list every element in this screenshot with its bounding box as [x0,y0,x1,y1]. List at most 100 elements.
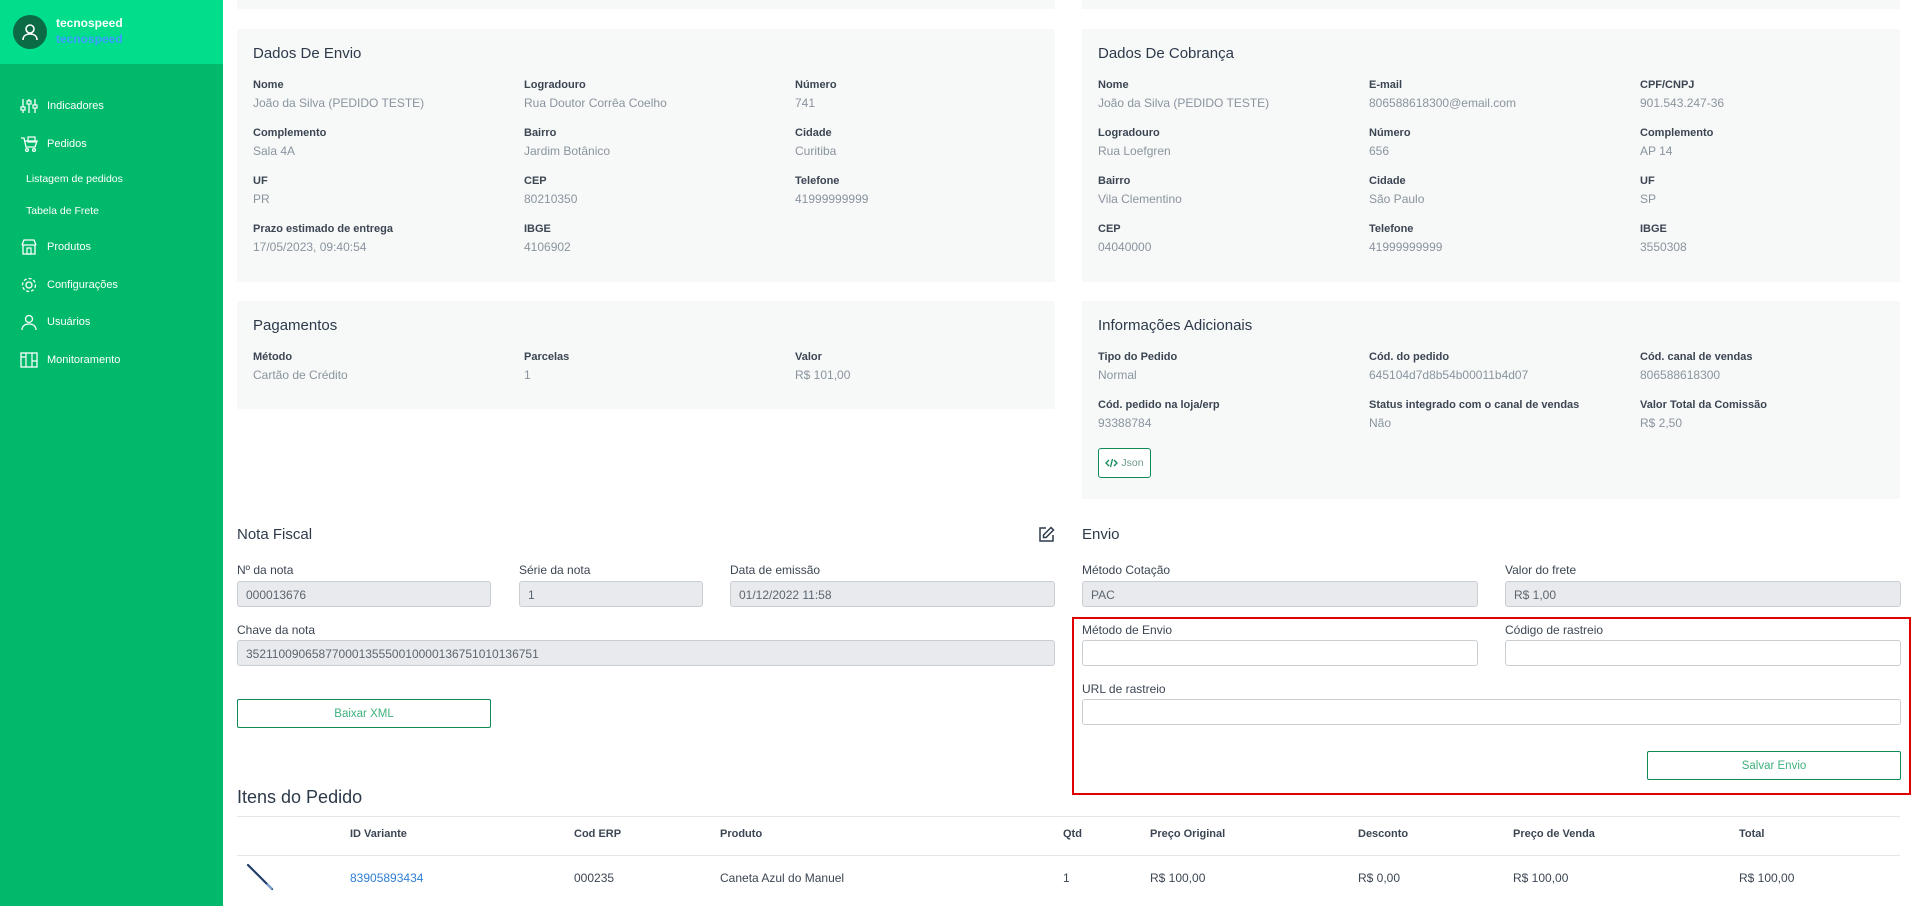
col-header-qtd: Qtd [1063,828,1082,840]
metodo-cotacao-label: Método Cotação [1082,563,1171,577]
codigo-rastreio-label: Código de rastreio [1505,623,1604,637]
metodo-envio-input[interactable] [1082,640,1478,666]
field-bairro: Bairro Vila Clementino [1098,175,1182,206]
sidebar-item-label: Configurações [47,279,118,291]
field-tipo-pedido: Tipo do Pedido Normal [1098,351,1178,382]
store-icon [21,239,37,255]
field-cod-pedido-loja: Cód. pedido na loja/erp 93388784 [1098,399,1220,430]
nota-chave-field[interactable]: 3521100906587700013555001000013675101013… [237,640,1055,666]
card-top-left [237,0,1055,9]
nota-serie-label: Série da nota [519,563,591,577]
field-complemento: Complemento Sala 4A [253,127,327,158]
user-icon [21,314,37,331]
field-status-integrado: Status integrado com o canal de vendas Nã… [1369,399,1580,430]
url-rastreio-label: URL de rastreio [1082,682,1166,696]
col-header-desconto: Desconto [1358,828,1409,840]
col-header-preco-original: Preço Original [1150,828,1226,840]
nota-fiscal-title: Nota Fiscal [237,526,313,543]
sidebar-item-configuracoes[interactable]: Configurações [20,276,118,294]
gear-icon [21,277,37,293]
product-thumbnail [245,862,275,892]
sidebar-item-pedidos[interactable]: Pedidos [20,135,87,153]
card-pagamentos: Pagamentos Método Cartão de Crédito Parce… [237,301,1055,409]
orders-icon [21,136,38,153]
field-cod-canal-vendas: Cód. canal de vendas 806588618300 [1640,351,1753,382]
sidebar-item-usuarios[interactable]: Usuários [20,313,90,331]
field-bairro: Bairro Jardim Botânico [524,127,611,158]
col-header-produto: Produto [720,828,763,840]
card-title: Dados De Cobrança [1098,45,1234,62]
json-button[interactable]: Json [1098,448,1151,478]
col-header-cod-erp: Cod ERP [574,828,622,840]
col-header-id-variante: ID Variante [350,828,407,840]
sliders-icon [20,99,38,113]
envio-title: Envio [1082,526,1120,543]
cell-preco-venda: R$ 100,00 [1513,871,1569,885]
field-logradouro: Logradouro Rua Doutor Corrêa Coelho [524,79,667,110]
id-variante-link[interactable]: 83905893434 [350,871,423,885]
table-top-divider [237,816,1900,817]
field-cidade: Cidade Curitiba [795,127,837,158]
sidebar-item-tabela-frete[interactable]: Tabela de Frete [26,205,99,217]
sidebar-item-label: Usuários [47,316,91,328]
card-title: Dados De Envio [253,45,362,62]
field-telefone: Telefone 41999999999 [1369,223,1443,254]
card-dados-envio: Dados De Envio Nome João da Silva (PEDIDO… [237,29,1055,282]
sidebar-item-indicadores[interactable]: Indicadores [20,97,104,115]
table-header-divider [237,855,1900,856]
sidebar-item-produtos[interactable]: Produtos [20,238,91,256]
valor-frete-label: Valor do frete [1505,563,1577,577]
field-prazo-entrega: Prazo estimado de entrega 17/05/2023, 09:… [253,223,393,254]
cell-qtd: 1 [1063,871,1070,885]
field-cep: CEP 04040000 [1098,223,1152,254]
cell-preco-original: R$ 100,00 [1150,871,1206,885]
codigo-rastreio-input[interactable] [1505,640,1901,666]
salvar-envio-button[interactable]: Salvar Envio [1647,751,1901,780]
cell-cod-erp: 000235 [574,871,615,885]
card-dados-cobranca: Dados De Cobrança Nome João da Silva (PED… [1082,29,1900,282]
field-nome: Nome João da Silva (PEDIDO TESTE) [253,79,425,110]
sidebar-item-label: Indicadores [47,100,104,112]
field-parcelas: Parcelas 1 [524,351,570,382]
field-valor: Valor R$ 101,00 [795,351,851,382]
col-header-preco-venda: Preço de Venda [1513,828,1595,840]
sidebar-item-monitoramento[interactable]: Monitoramento [20,351,120,369]
sidebar-item-label: Pedidos [47,138,87,150]
nota-data-label: Data de emissão [730,563,821,577]
cell-produto: Caneta Azul do Manuel [720,871,845,885]
field-ibge: IBGE 3550308 [1640,223,1687,254]
valor-frete-field[interactable]: R$ 1,00 [1505,581,1901,607]
field-cidade: Cidade São Paulo [1369,175,1425,206]
code-icon [1105,458,1119,468]
sidebar-item-label: Produtos [47,241,92,253]
field-numero: Número 741 [795,79,837,110]
field-valor-comissao: Valor Total da Comissão R$ 2,50 [1640,399,1767,430]
sidebar-item-listagem-pedidos[interactable]: Listagem de pedidos [26,173,123,185]
baixar-xml-button[interactable]: Baixar XML [237,699,491,728]
metodo-cotacao-field[interactable]: PAC [1082,581,1478,607]
field-cep: CEP 80210350 [524,175,578,206]
json-button-label: Json [1121,457,1144,469]
cell-total: R$ 100,00 [1739,871,1795,885]
nota-numero-field[interactable]: 000013676 [237,581,491,607]
nota-serie-field[interactable]: 1 [519,581,703,607]
itens-pedido-title: Itens do Pedido [237,787,363,807]
nota-data-field[interactable]: 01/12/2022 11:58 [730,581,1055,607]
user-avatar-icon[interactable] [13,15,47,49]
field-email: E-mail 806588618300@email.com [1369,79,1516,110]
field-complemento: Complemento AP 14 [1640,127,1714,158]
metodo-envio-label: Método de Envio [1082,623,1173,637]
card-title: Informações Adicionais [1098,317,1253,334]
edit-icon[interactable] [1038,526,1055,543]
field-numero: Número 656 [1369,127,1411,158]
field-cpf-cnpj: CPF/CNPJ 901.543.247-36 [1640,79,1725,110]
sidebar: tecnospeed tecnospeed Indicadores Pedido… [0,0,223,906]
sidebar-item-label: Monitoramento [47,354,121,366]
card-title: Pagamentos [253,317,338,334]
brand-subtitle: tecnospeed [56,32,123,46]
field-cod-pedido: Cód. do pedido 645104d7d8b54b00011b4d07 [1369,351,1529,382]
brand-name: tecnospeed [56,16,123,30]
field-ibge: IBGE 4106902 [524,223,571,254]
brand-header: tecnospeed tecnospeed [0,0,223,64]
url-rastreio-input[interactable] [1082,699,1901,725]
